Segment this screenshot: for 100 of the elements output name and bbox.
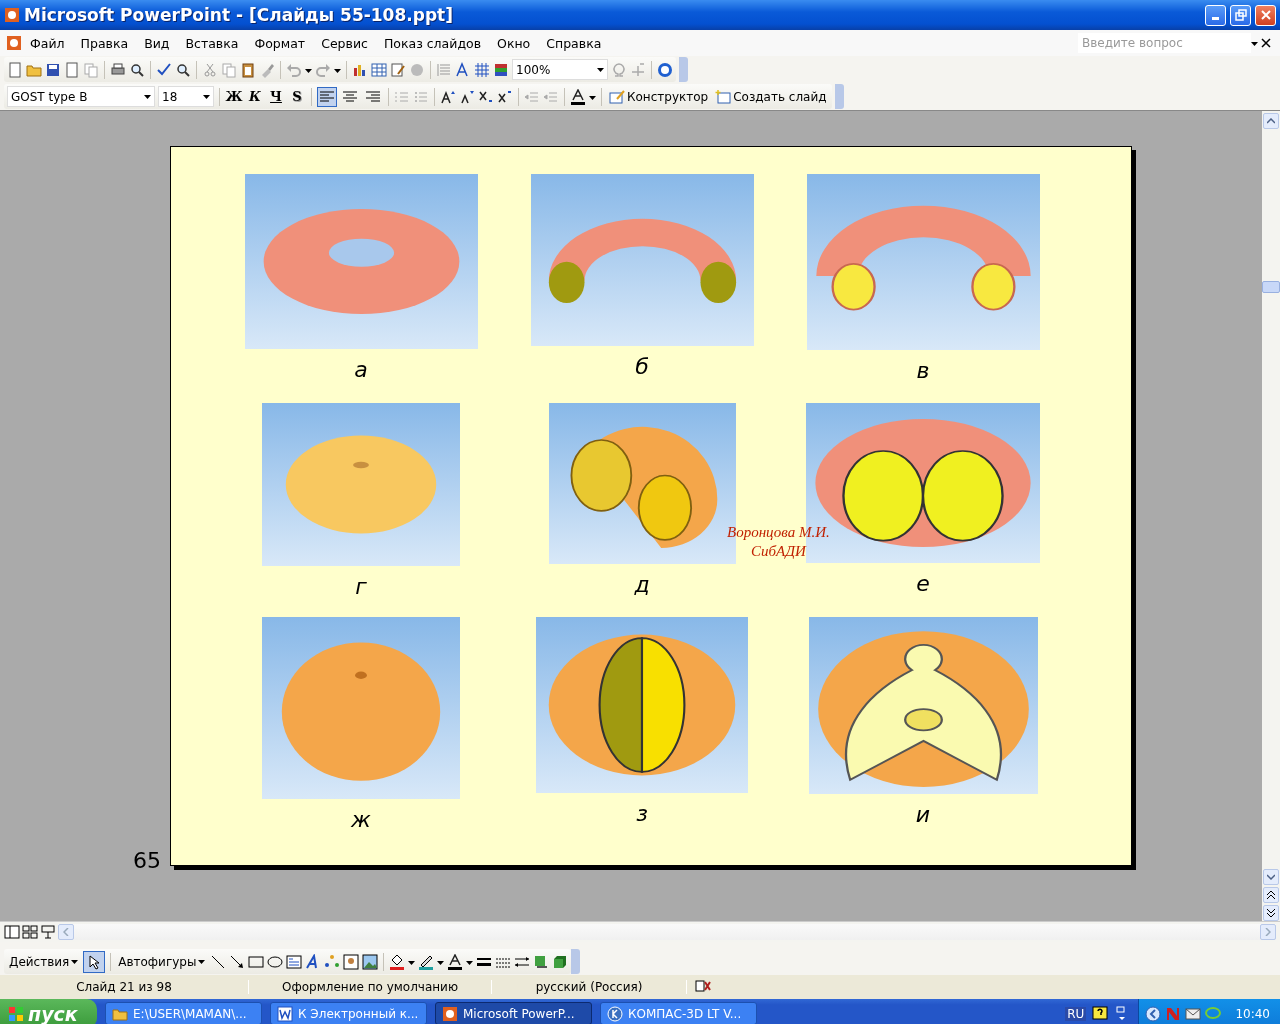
- close-button[interactable]: [1255, 4, 1276, 26]
- status-text: Оформление по умолчанию: [249, 980, 492, 994]
- color-stripes-icon[interactable]: [493, 61, 509, 78]
- scroll-thumb[interactable]: [1262, 281, 1280, 293]
- clock: 10:40: [1235, 1006, 1270, 1021]
- slide-sorter-icon[interactable]: [22, 924, 38, 940]
- grid-icon[interactable]: [474, 61, 490, 78]
- font-color-icon[interactable]: [570, 88, 586, 105]
- author-note: Воронцова М.И.: [727, 523, 830, 542]
- autoshapes-menu[interactable]: Автофигуры: [116, 954, 208, 969]
- help-balloon-icon[interactable]: [1092, 1005, 1109, 1022]
- taskbar-button[interactable]: E:\USER\MAMAN\...: [105, 1002, 262, 1024]
- up-chevron-icon: [1267, 118, 1275, 124]
- edit-sheet-icon[interactable]: [390, 61, 406, 78]
- figure-caption: и: [915, 802, 931, 827]
- shrink-font-icon[interactable]: [459, 88, 475, 105]
- minimize-button[interactable]: [1205, 4, 1226, 26]
- menu-item[interactable]: Справка: [538, 33, 610, 53]
- status-text: Слайд 21 из 98: [0, 980, 249, 994]
- figure-caption: е: [916, 571, 930, 596]
- italic-button[interactable]: К: [246, 86, 264, 107]
- dropdown-arrow-icon: [144, 92, 151, 101]
- right-chevron-icon: [1265, 928, 1271, 936]
- figure-caption: б: [635, 354, 649, 379]
- superscript-icon[interactable]: [497, 88, 513, 105]
- page-number: 65: [133, 848, 161, 873]
- diagram-icon[interactable]: [324, 953, 341, 970]
- taskbar-button[interactable]: Microsoft PowerP...: [435, 1002, 592, 1024]
- new-slide-button[interactable]: Создать слайд: [713, 88, 829, 105]
- taskbar-button[interactable]: К Электронный к...: [270, 1002, 427, 1024]
- normal-view-icon[interactable]: [4, 924, 20, 940]
- font-size-dropdown[interactable]: 18: [158, 86, 214, 107]
- app-icon: [607, 1005, 623, 1022]
- menu-item[interactable]: Показ слайдов: [375, 33, 490, 53]
- align-button[interactable]: [317, 86, 337, 107]
- arrow-icon[interactable]: [229, 953, 246, 970]
- actions-menu[interactable]: Действия: [7, 954, 81, 969]
- down-chevron-icon: [1267, 874, 1275, 880]
- scroll-down-button[interactable]: [1263, 869, 1279, 885]
- zoom-dropdown[interactable]: 100%: [512, 59, 608, 80]
- minimize-icon: [1212, 17, 1219, 20]
- double-down-chevron-icon: [1267, 908, 1275, 918]
- scroll-up-button[interactable]: [1263, 113, 1279, 129]
- windows-flag-icon: [8, 1005, 24, 1022]
- taskbar-button[interactable]: КОМПАС-3D LT V...: [600, 1002, 757, 1024]
- font-color-icon[interactable]: [447, 953, 464, 970]
- printer-icon[interactable]: [110, 61, 126, 78]
- clipart-icon[interactable]: [343, 953, 360, 970]
- app-icon: [442, 1005, 458, 1022]
- menu-item[interactable]: Формат: [246, 33, 314, 53]
- new-document-icon[interactable]: [7, 61, 23, 78]
- rectangle-icon[interactable]: [248, 953, 265, 970]
- shadow-icon[interactable]: [533, 953, 550, 970]
- menu-item[interactable]: Вставка: [177, 33, 247, 53]
- new-slide-icon: [715, 88, 732, 105]
- font-dropdown[interactable]: GOST type B: [7, 86, 155, 107]
- author-note: СибАДИ: [751, 542, 806, 561]
- app-icon: [277, 1005, 293, 1022]
- menu-item[interactable]: Правка: [72, 33, 137, 53]
- checkmark-icon[interactable]: [156, 61, 172, 78]
- menu-item[interactable]: Вид: [136, 33, 178, 53]
- left-chevron-icon: [63, 928, 69, 936]
- dropdown-arrow-icon: [203, 92, 210, 101]
- restore-icon: [1234, 9, 1247, 21]
- menu-item[interactable]: Файл: [22, 33, 73, 53]
- 3d-cube-icon[interactable]: [552, 953, 569, 970]
- text-box-icon[interactable]: [286, 953, 303, 970]
- menu-item[interactable]: Сервис: [313, 33, 376, 53]
- picture-icon[interactable]: [362, 953, 379, 970]
- clipboard-icon[interactable]: [240, 61, 256, 78]
- double-up-chevron-icon: [1267, 890, 1275, 900]
- fill-color-icon[interactable]: [389, 953, 406, 970]
- bold-button[interactable]: Ж: [225, 86, 243, 107]
- figure-caption: а: [354, 357, 368, 382]
- magnifier-icon[interactable]: [129, 61, 145, 78]
- envelope-icon[interactable]: [1185, 1005, 1202, 1022]
- vertical-scrollbar[interactable]: [1262, 111, 1280, 921]
- underline-button[interactable]: Ч: [267, 86, 285, 107]
- language-indicator[interactable]: RU: [1065, 1006, 1087, 1021]
- figure-caption: з: [636, 801, 648, 826]
- restore-button[interactable]: [1230, 4, 1251, 26]
- table-icon[interactable]: [371, 61, 387, 78]
- help-icon[interactable]: [657, 61, 673, 78]
- design-button[interactable]: Конструктор: [607, 88, 711, 105]
- shadow-button[interactable]: S: [288, 86, 306, 107]
- slideshow-icon[interactable]: [40, 924, 56, 940]
- design-icon: [609, 88, 625, 105]
- figure-caption: в: [916, 358, 930, 383]
- menu-item[interactable]: Окно: [489, 33, 539, 53]
- oval-icon[interactable]: [267, 953, 284, 970]
- close-icon: [1259, 9, 1272, 21]
- line-color-icon[interactable]: [418, 953, 435, 970]
- figure-caption: д: [634, 572, 650, 597]
- previous-slide-button[interactable]: [1263, 887, 1279, 903]
- window-title: Microsoft PowerPoint - [Слайды 55-108.ppt]: [24, 5, 454, 25]
- dropdown-arrow-icon: [71, 957, 79, 966]
- next-slide-button[interactable]: [1263, 905, 1279, 921]
- help-search-field[interactable]: Введите вопрос: [1078, 33, 1251, 53]
- line-icon[interactable]: [210, 953, 227, 970]
- figure-caption: г: [355, 574, 367, 599]
